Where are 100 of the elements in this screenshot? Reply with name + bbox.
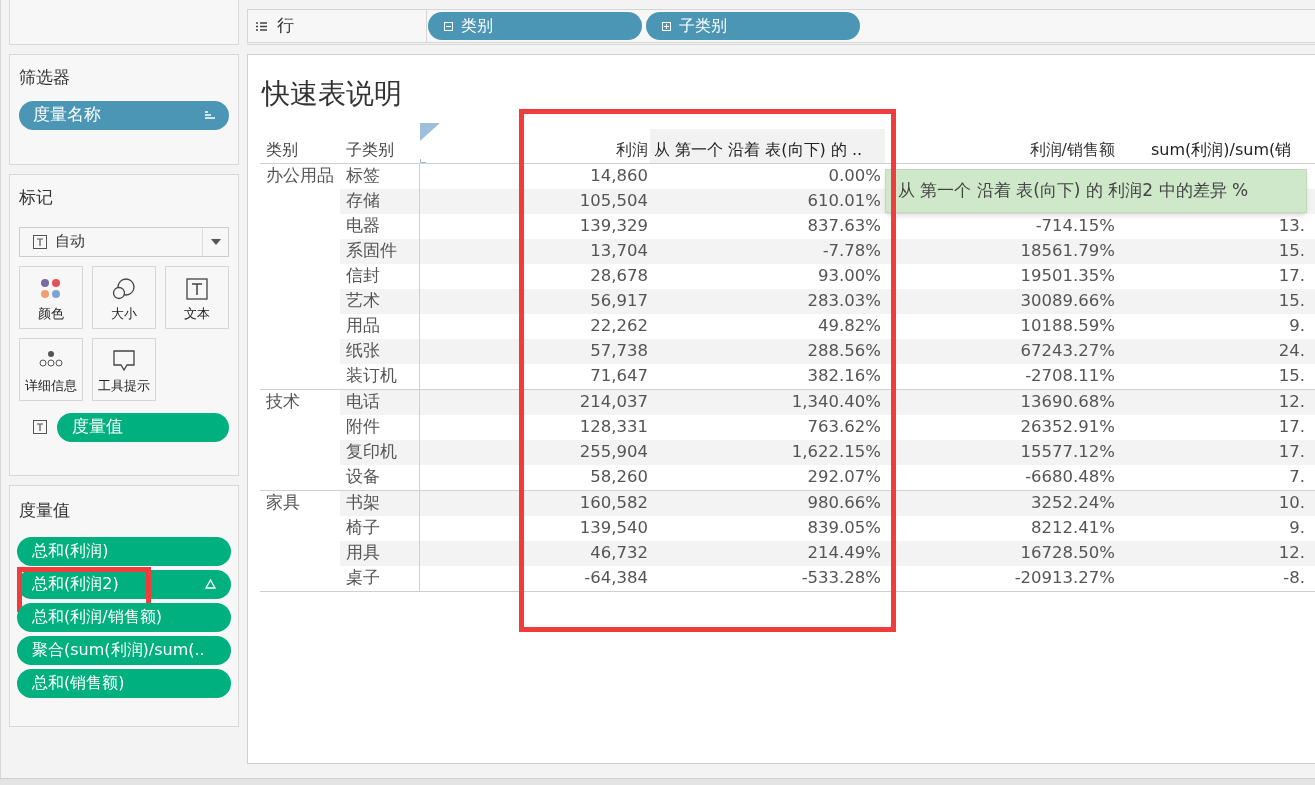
table-cell-text: 71,647 (589, 365, 649, 388)
subcategory-cell: 桌子 (340, 566, 420, 591)
table-cell-text: -64,384 (583, 567, 649, 590)
category-cell-text: 技术 (265, 391, 301, 414)
table-cell-text: 58,260 (589, 466, 649, 489)
subcategory-cell: 复印机 (340, 440, 420, 465)
column-header: 利润 (615, 139, 649, 161)
panel-title: 筛选器 (19, 66, 71, 89)
measure-pill[interactable]: 聚合(sum(利润)/sum(.. (17, 635, 231, 665)
table-cell-text: 160,582 (578, 492, 649, 515)
mark-type-dropdown[interactable]: 自动 (19, 226, 229, 257)
table-cell-text: 15. (1277, 365, 1306, 388)
sort-icon (205, 110, 215, 120)
table-cell-text: 0.00% (827, 165, 882, 188)
panel-title: 标记 (19, 186, 54, 209)
pill-label: 度量名称 (33, 103, 101, 127)
mark-button[interactable]: 大小 (92, 265, 156, 329)
text-icon (186, 277, 208, 300)
table-cell-text: 763.62% (806, 416, 882, 439)
table-cell-text: 13690.68% (1019, 391, 1116, 414)
table-cell-text: 214,037 (578, 391, 649, 414)
table-cell-text: 30089.66% (1019, 290, 1116, 313)
table-cell-text: 15. (1277, 290, 1306, 313)
table-cell-text: 19501.35% (1019, 265, 1116, 288)
filter-pill[interactable]: 度量名称 (19, 100, 229, 130)
table-cell-text: 139,540 (578, 517, 649, 540)
table-cell-text: -533.28% (800, 567, 882, 590)
table-cell-text: 18561.79% (1019, 240, 1116, 263)
measure-pill[interactable]: 总和(利润) (17, 536, 231, 566)
table-cell-text: 7. (1288, 466, 1306, 489)
dimension-pill[interactable]: 子类别 (646, 12, 860, 40)
delta-icon (205, 579, 216, 589)
measure-pill[interactable]: 总和(销售额) (17, 668, 231, 698)
table-cell-text: 382.16% (806, 365, 882, 388)
table-cell-text: 16728.50% (1019, 542, 1116, 565)
table-cell-text: 292.07% (806, 466, 882, 489)
panel-title: 度量值 (18, 499, 71, 522)
table-cell-text: 13,704 (589, 240, 649, 263)
subcategory-cell: 艺术 (340, 289, 420, 314)
table-cell-text: 12. (1277, 391, 1306, 414)
caret-icon (210, 238, 221, 245)
subcategory-cell: 纸张 (340, 339, 420, 364)
subcategory-cell: 用具 (340, 541, 420, 566)
table-cell-text: 93.00% (817, 265, 882, 288)
mark-button[interactable]: 工具提示 (92, 337, 156, 401)
table-cell-text: 57,738 (589, 340, 649, 363)
size-circles-icon (112, 277, 136, 300)
table-cell-text: 105,504 (578, 190, 649, 213)
table-cell-text: 9. (1288, 315, 1306, 338)
table-cell-text: 1,340.40% (790, 391, 882, 414)
table-cell-text: -714.15% (1034, 215, 1116, 238)
table-cell-text: 288.56% (806, 340, 882, 363)
table-cell-text: 56,917 (589, 290, 649, 313)
corner-handle-icon[interactable] (420, 123, 440, 163)
expand-icon[interactable] (662, 21, 671, 31)
table-cell-text: 17. (1277, 265, 1306, 288)
subcategory-cell: 电话 (340, 390, 420, 415)
table-cell-text: 17. (1277, 416, 1306, 439)
speech-bubble-icon (113, 349, 135, 372)
subcategory-cell: 设备 (340, 465, 420, 490)
table-cell-text: 10188.59% (1019, 315, 1116, 338)
table-cell-text: -6680.48% (1024, 466, 1116, 489)
table-cell-text: 15577.12% (1019, 441, 1116, 464)
table-cell-text: 24. (1277, 340, 1306, 363)
column-header: 利润/销售额 (1028, 139, 1116, 161)
table-cell-text: 22,262 (589, 315, 649, 338)
view-title: 快速表说明 (262, 76, 403, 112)
table-cell-text: 214.49% (806, 542, 882, 565)
table-cell-text: 15. (1277, 240, 1306, 263)
table-cell-text: 10. (1277, 492, 1306, 515)
mark-button[interactable]: 详细信息 (19, 337, 83, 401)
table-cell-text: 14,860 (589, 165, 649, 188)
category-cell-text: 家具 (265, 492, 301, 515)
table-cell-text: 49.82% (817, 315, 882, 338)
dimension-pill[interactable]: 类别 (428, 12, 642, 40)
table-cell-text: 9. (1288, 517, 1306, 540)
table-cell-text: -20913.27% (1013, 567, 1116, 590)
mark-button[interactable]: 颜色 (19, 265, 83, 329)
subcategory-cell: 系固件 (340, 239, 420, 264)
measure-pill[interactable]: 总和(利润/销售额) (17, 602, 231, 632)
table-cell-text: -7.78% (821, 240, 882, 263)
table-cell-text: 13. (1277, 215, 1306, 238)
table-cell-text: 610.01% (806, 190, 882, 213)
table-cell-text: 128,331 (578, 416, 649, 439)
table-cell-text: 12. (1277, 542, 1306, 565)
text-icon (33, 420, 47, 434)
collapse-icon[interactable] (444, 21, 453, 31)
column-header: sum(利润)/sum(销 (1150, 139, 1293, 161)
table-cell-text: 839.05% (806, 517, 882, 540)
table-cell-text: -8. (1282, 567, 1306, 590)
text-icon (33, 234, 47, 249)
mark-button[interactable]: 文本 (165, 265, 229, 329)
subcategory-cell: 装订机 (340, 364, 420, 389)
detail-dots-icon (39, 349, 63, 368)
table-cell-text: 837.63% (806, 215, 882, 238)
list-icon (256, 21, 267, 31)
tooltip: 从 第一个 沿着 表(向下) 的 利润2 中的差异 % (885, 169, 1307, 213)
measure-values-pill[interactable]: 度量值 (57, 412, 229, 442)
table-cell-text: 28,678 (589, 265, 649, 288)
table-cell-text: 255,904 (578, 441, 649, 464)
